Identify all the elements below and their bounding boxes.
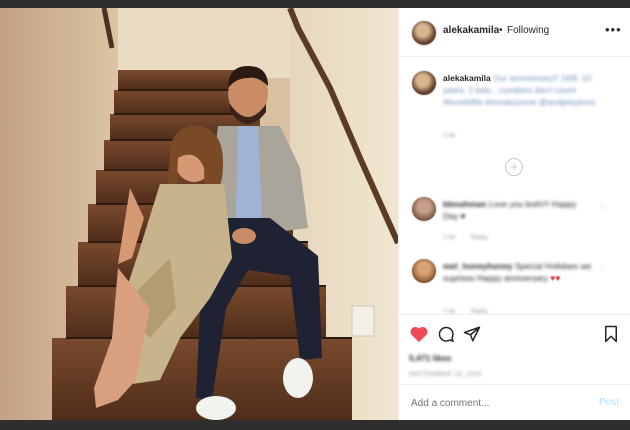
- author-username[interactable]: alekakamila: [443, 25, 499, 36]
- comment-time: 1 tie: [443, 234, 456, 241]
- comment-input[interactable]: [409, 397, 583, 410]
- comment-body: mel_honeyhoney Special Holidaes we supri…: [443, 260, 593, 284]
- post-details-panel: alekakamila • Following ••• alekakamila …: [398, 8, 630, 420]
- bookmark-icon[interactable]: [603, 325, 619, 343]
- plus-circle-icon[interactable]: +: [505, 158, 523, 176]
- post-button[interactable]: Post: [599, 397, 619, 408]
- likes-count[interactable]: 5,471 likes: [409, 353, 452, 363]
- post-photo[interactable]: [0, 8, 398, 420]
- heart-icon[interactable]: [409, 325, 429, 343]
- author-avatar[interactable]: [411, 20, 437, 46]
- comment-avatar[interactable]: [411, 258, 437, 284]
- comment-like-icon[interactable]: ♡: [599, 264, 607, 275]
- photo-image: [0, 8, 398, 420]
- following-button[interactable]: Following: [507, 25, 549, 36]
- comment-username[interactable]: bbnuhman: [443, 199, 486, 209]
- post-modal: alekakamila • Following ••• alekakamila …: [0, 0, 630, 430]
- add-comment-bar: Post: [399, 384, 630, 421]
- more-options-icon[interactable]: •••: [605, 22, 622, 37]
- reply-button[interactable]: Reply: [471, 234, 488, 241]
- share-icon[interactable]: [463, 325, 481, 343]
- caption-body: alekakamila Our anniversary!! 16/8. 10 y…: [443, 72, 613, 108]
- caption-time: 1 tie: [443, 132, 456, 139]
- comment-avatar[interactable]: [411, 196, 437, 222]
- caption-avatar[interactable]: [411, 70, 437, 96]
- comment-emoji: ♥♥: [550, 273, 561, 283]
- comment-like-icon[interactable]: ♡: [599, 202, 607, 213]
- caption-username[interactable]: alekakamila: [443, 73, 491, 83]
- comment-icon[interactable]: [437, 325, 455, 343]
- post-date: SEPTEMBER 18, 2019: [409, 371, 482, 378]
- separator-dot: •: [499, 25, 503, 36]
- post-header: alekakamila • Following •••: [399, 8, 630, 57]
- post-actions: 5,471 likes SEPTEMBER 18, 2019: [399, 314, 630, 385]
- comment-username[interactable]: mel_honeyhoney: [443, 261, 512, 271]
- comment-body: bbnuhman Love you both!!! Happy Day ♥: [443, 198, 593, 222]
